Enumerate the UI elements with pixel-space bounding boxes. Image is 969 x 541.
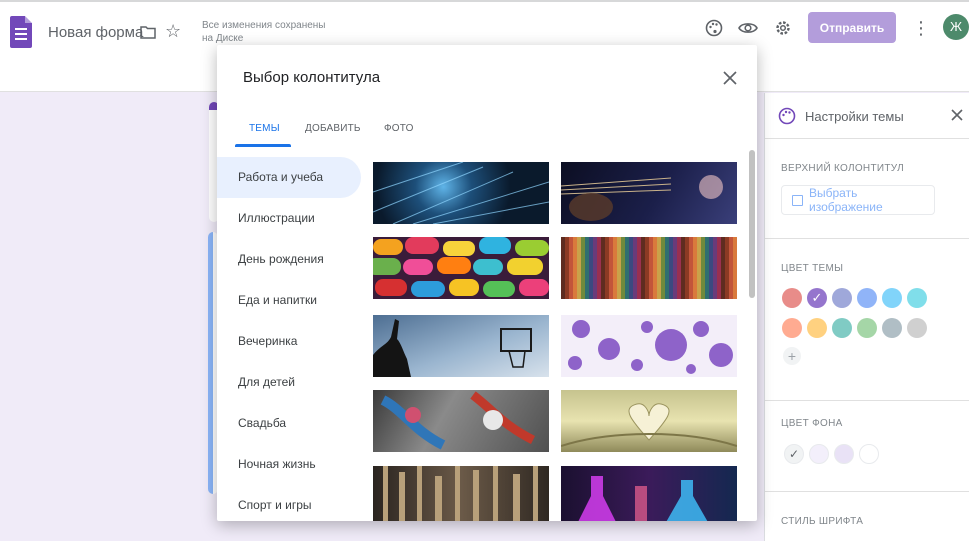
divider bbox=[765, 491, 969, 492]
header-thumbnail[interactable] bbox=[373, 237, 549, 299]
theme-color-swatch[interactable] bbox=[782, 288, 802, 308]
dialog-title: Выбор колонтитула bbox=[243, 69, 381, 86]
forms-doc-icon[interactable] bbox=[10, 16, 32, 48]
folder-icon[interactable] bbox=[140, 25, 156, 39]
header-picker-dialog: Выбор колонтитула ТЕМЫ ДОБАВИТЬ ФОТО Раб… bbox=[217, 45, 757, 521]
bg-color-swatch[interactable] bbox=[834, 444, 854, 464]
header-thumbnail[interactable] bbox=[373, 390, 549, 452]
category-item[interactable]: Спорт и игры bbox=[217, 485, 361, 521]
theme-color-swatch[interactable] bbox=[882, 288, 902, 308]
theme-color-swatch[interactable] bbox=[907, 288, 927, 308]
header-thumbnail[interactable] bbox=[373, 315, 549, 377]
header-thumbnail[interactable] bbox=[561, 315, 737, 377]
theme-color-label: ЦВЕТ ТЕМЫ bbox=[781, 263, 844, 274]
category-item[interactable]: День рождения bbox=[217, 239, 361, 280]
palette-icon[interactable] bbox=[702, 16, 726, 40]
theme-color-swatch[interactable] bbox=[782, 318, 802, 338]
tab-indicator bbox=[235, 144, 291, 147]
bg-color-swatch[interactable] bbox=[784, 444, 804, 464]
tab-photos[interactable]: ФОТО bbox=[384, 123, 414, 134]
header-thumbnail[interactable] bbox=[373, 162, 549, 224]
select-image-button[interactable]: Выбрать изображение bbox=[781, 185, 935, 215]
category-item[interactable]: Вечеринка bbox=[217, 321, 361, 362]
bg-color-swatch[interactable] bbox=[809, 444, 829, 464]
header-thumbnail[interactable] bbox=[373, 466, 549, 521]
more-vert-icon[interactable]: ⋮ bbox=[912, 16, 930, 40]
header-thumbnail[interactable] bbox=[561, 466, 737, 521]
tab-themes[interactable]: ТЕМЫ bbox=[249, 123, 280, 134]
select-image-label: Выбрать изображение bbox=[809, 186, 883, 214]
header-thumbnail[interactable] bbox=[561, 162, 737, 224]
add-color-button[interactable]: + bbox=[783, 347, 801, 365]
theme-color-swatch[interactable] bbox=[832, 288, 852, 308]
category-item[interactable]: Свадьба bbox=[217, 403, 361, 444]
header-thumbnail[interactable] bbox=[561, 390, 737, 452]
eye-icon[interactable] bbox=[736, 16, 760, 40]
theme-color-swatch[interactable] bbox=[907, 318, 927, 338]
top-divider bbox=[0, 0, 969, 2]
avatar[interactable]: Ж bbox=[943, 14, 969, 40]
theme-color-swatch[interactable] bbox=[857, 318, 877, 338]
bg-color-label: ЦВЕТ ФОНА bbox=[781, 418, 843, 429]
send-button[interactable]: Отправить bbox=[808, 12, 896, 43]
close-icon[interactable] bbox=[949, 107, 965, 123]
header-thumbnail[interactable] bbox=[561, 237, 737, 299]
category-item[interactable]: Еда и напитки bbox=[217, 280, 361, 321]
form-title[interactable]: Новая форма bbox=[48, 24, 143, 41]
category-item[interactable]: Иллюстрации bbox=[217, 198, 361, 239]
panel-header: Настройки темы bbox=[765, 93, 969, 139]
star-icon[interactable]: ☆ bbox=[165, 22, 181, 40]
image-icon bbox=[792, 195, 803, 206]
category-item[interactable]: Ночная жизнь bbox=[217, 444, 361, 485]
palette-icon bbox=[778, 107, 796, 125]
theme-settings-panel: Настройки темы ВЕРХНИЙ КОЛОНТИТУЛ Выбрат… bbox=[764, 93, 969, 541]
font-style-label: СТИЛЬ ШРИФТА bbox=[781, 516, 864, 527]
scrollbar[interactable] bbox=[749, 150, 755, 298]
panel-title: Настройки темы bbox=[805, 109, 904, 124]
theme-color-swatch[interactable] bbox=[882, 318, 902, 338]
tab-upload[interactable]: ДОБАВИТЬ bbox=[305, 123, 361, 134]
theme-color-swatch[interactable] bbox=[807, 288, 827, 308]
save-status: Все изменения сохранены на Диске bbox=[202, 20, 326, 44]
category-item[interactable]: Работа и учеба bbox=[217, 157, 361, 198]
theme-color-swatch[interactable] bbox=[832, 318, 852, 338]
theme-color-swatch[interactable] bbox=[857, 288, 877, 308]
close-icon[interactable] bbox=[721, 69, 739, 87]
gear-icon[interactable] bbox=[771, 16, 795, 40]
theme-color-swatch[interactable] bbox=[807, 318, 827, 338]
header-label: ВЕРХНИЙ КОЛОНТИТУЛ bbox=[781, 163, 904, 174]
category-item[interactable]: Для детей bbox=[217, 362, 361, 403]
bg-color-swatch[interactable] bbox=[859, 444, 879, 464]
